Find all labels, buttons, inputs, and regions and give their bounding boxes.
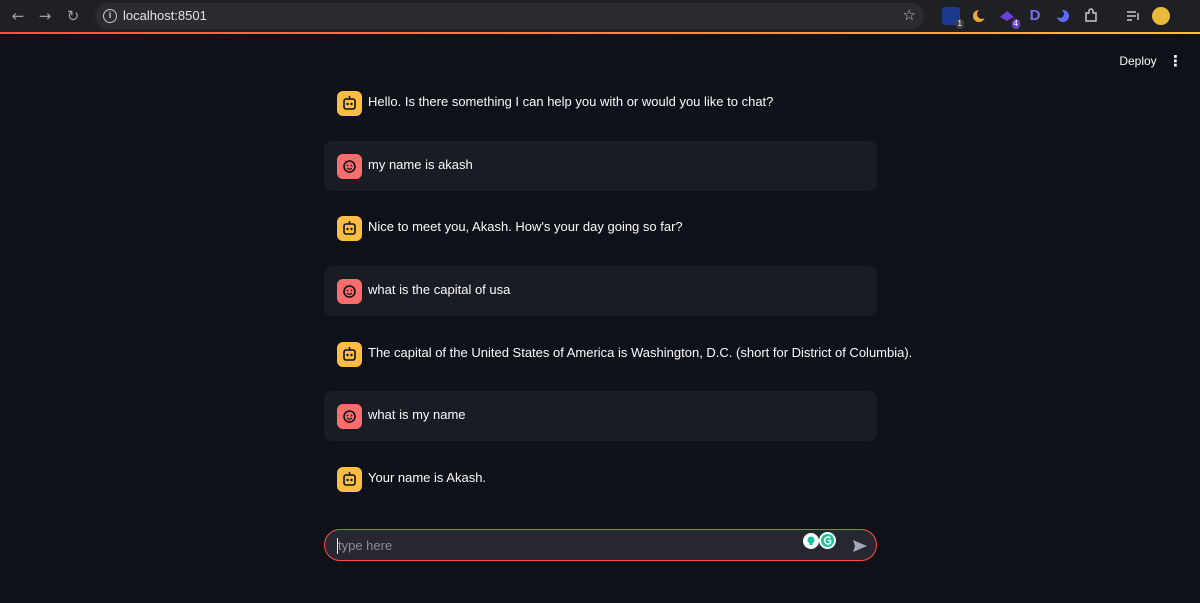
back-icon[interactable]: ← [8, 6, 28, 26]
bookmark-star-icon[interactable]: ☆ [903, 6, 916, 24]
grammarly-icon[interactable] [819, 532, 836, 549]
forward-icon[interactable]: → [35, 6, 55, 26]
chat-message-user: my name is akash [324, 141, 877, 191]
extension-moon-icon[interactable] [970, 7, 988, 25]
chat-input-placeholder[interactable]: type here [338, 538, 392, 553]
robot-face-icon [337, 216, 362, 241]
reload-icon[interactable]: ↻ [63, 6, 83, 26]
extension-purple-icon[interactable]: 4 [998, 7, 1020, 29]
message-text: The capital of the United States of Amer… [368, 345, 913, 360]
browser-toolbar: ← → ↻ i localhost:8501 ☆ 1 4 D [0, 0, 1200, 33]
message-text: my name is akash [368, 157, 473, 172]
chat-message-assistant: Nice to meet you, Akash. How's your day … [324, 203, 877, 253]
chat-message-user: what is my name [324, 391, 877, 441]
address-bar[interactable]: i localhost:8501 ☆ [95, 3, 924, 29]
media-queue-icon[interactable] [1124, 7, 1142, 25]
extension-badge: 4 [1011, 19, 1020, 29]
message-text: Hello. Is there something I can help you… [368, 94, 774, 109]
send-arrow-icon[interactable] [852, 538, 868, 554]
smiley-face-icon [337, 154, 362, 179]
url-text[interactable]: localhost:8501 [123, 8, 207, 23]
message-text: Your name is Akash. [368, 470, 487, 485]
chat-message-assistant: Your name is Akash. [324, 454, 877, 504]
smiley-face-icon [337, 279, 362, 304]
extension-badge: 1 [955, 19, 964, 29]
deploy-button[interactable]: Deploy [1115, 52, 1161, 70]
extension-crescent-icon[interactable] [1054, 7, 1072, 25]
message-text: what is the capital of usa [368, 282, 511, 297]
site-info-icon[interactable]: i [103, 9, 117, 23]
chat-message-assistant: The capital of the United States of Amer… [324, 329, 912, 379]
profile-avatar[interactable] [1152, 7, 1170, 25]
message-text: what is my name [368, 407, 466, 422]
decoration-gradient-bar [0, 32, 1200, 34]
message-text: Nice to meet you, Akash. How's your day … [368, 219, 683, 234]
grammarly-suggestion-icon[interactable] [803, 533, 819, 549]
chat-message-assistant: Hello. Is there something I can help you… [324, 78, 877, 128]
smiley-face-icon [337, 404, 362, 429]
extension-checkmark-icon[interactable]: 1 [942, 7, 964, 29]
main-menu-icon[interactable]: ⋮ [1168, 52, 1183, 70]
extensions-puzzle-icon[interactable] [1082, 7, 1100, 25]
robot-face-icon [337, 91, 362, 116]
robot-face-icon [337, 467, 362, 492]
chat-message-user: what is the capital of usa [324, 266, 877, 316]
chat-input[interactable]: type here [324, 529, 877, 561]
robot-face-icon [337, 342, 362, 367]
extension-d-icon[interactable]: D [1026, 7, 1044, 25]
